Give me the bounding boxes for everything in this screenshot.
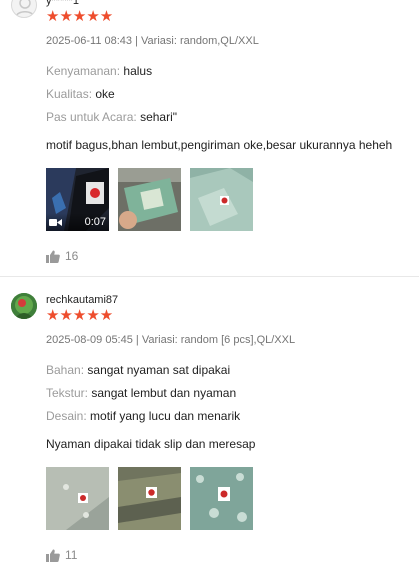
photo-image [190, 168, 253, 231]
reviewer-username: rechkautami87 [46, 294, 119, 306]
review-media [46, 467, 409, 530]
avatar[interactable] [11, 0, 37, 18]
review-attributes: Bahan: sangat nyaman sat dipakai Tekstur… [46, 363, 409, 423]
review-attributes: Kenyamanan: halus Kualitas: oke Pas untu… [46, 64, 409, 124]
attribute-row: Bahan: sangat nyaman sat dipakai [46, 363, 409, 377]
attribute-row: Tekstur: sangat lembut dan nyaman [46, 386, 409, 400]
attribute-value: oke [95, 87, 115, 101]
rating-stars: ★★★★★ [46, 307, 114, 324]
review-meta: 2025-06-11 08:43 | Variasi: random,QL/XX… [46, 34, 409, 48]
review-variation: Variasi: random,QL/XXL [141, 35, 259, 47]
attribute-row: Pas untuk Acara: sehari" [46, 110, 409, 124]
photo-image [46, 467, 109, 530]
review-date: 2025-08-09 05:45 [46, 334, 133, 346]
review-photo-thumbnail[interactable] [46, 467, 109, 530]
avatar-image [11, 293, 37, 319]
video-overlay: 0:07 [46, 213, 109, 231]
like-count: 16 [65, 249, 79, 263]
attribute-row: Desain: motif yang lucu dan menarik [46, 409, 409, 423]
review-media: 0:07 [46, 168, 409, 231]
attribute-value: sangat lembut dan nyaman [91, 386, 237, 400]
attribute-key: Desain: [46, 409, 87, 423]
avatar[interactable] [11, 293, 37, 319]
video-camera-icon [49, 218, 62, 226]
like-control[interactable]: 11 [46, 548, 409, 562]
review-comment: Nyaman dipakai tidak slip dan meresap [46, 437, 256, 451]
attribute-key: Bahan: [46, 363, 85, 377]
review-photo-thumbnail[interactable] [118, 168, 181, 231]
attribute-key: Kenyamanan: [46, 64, 121, 78]
review-photo-thumbnail[interactable] [118, 467, 181, 530]
meta-separator: | [135, 35, 138, 47]
rating-stars: ★★★★★ [46, 8, 114, 25]
like-count: 11 [65, 548, 78, 562]
review-comment: motif bagus,bhan lembut,pengiriman oke,b… [46, 138, 393, 152]
photo-image [190, 467, 253, 530]
review-meta: 2025-08-09 05:45 | Variasi: random [6 pc… [46, 333, 409, 347]
like-control[interactable]: 16 [46, 249, 409, 263]
meta-separator: | [135, 334, 139, 346]
photo-image [118, 467, 181, 530]
attribute-value: sangat nyaman sat dipakai [87, 363, 231, 377]
review-video-thumbnail[interactable]: 0:07 [46, 168, 109, 231]
attribute-value: motif yang lucu dan menarik [90, 409, 241, 423]
attribute-value: halus [123, 64, 153, 78]
attribute-row: Kenyamanan: halus [46, 64, 409, 78]
attribute-row: Kualitas: oke [46, 87, 409, 101]
review-photo-thumbnail[interactable] [190, 467, 253, 530]
attribute-key: Pas untuk Acara: [46, 110, 137, 124]
attribute-value: sehari" [140, 110, 178, 124]
photo-image [118, 168, 181, 231]
default-avatar-icon [15, 0, 35, 17]
review-date: 2025-06-11 08:43 [46, 35, 133, 47]
review-variation: Variasi: random [6 pcs],QL/XXL [141, 334, 296, 346]
thumbs-up-icon [46, 250, 60, 263]
video-duration: 0:07 [84, 216, 106, 228]
thumbs-up-icon [46, 549, 60, 562]
reviewer-username: y*****1 [46, 0, 80, 7]
review-photo-thumbnail[interactable] [190, 168, 253, 231]
attribute-key: Kualitas: [46, 87, 93, 101]
review-item: y*****1 ★★★★★ 2025-06-11 08:43 | Variasi… [0, 0, 419, 277]
attribute-key: Tekstur: [46, 386, 89, 400]
review-item: rechkautami87 ★★★★★ 2025-08-09 05:45 | V… [0, 277, 419, 562]
